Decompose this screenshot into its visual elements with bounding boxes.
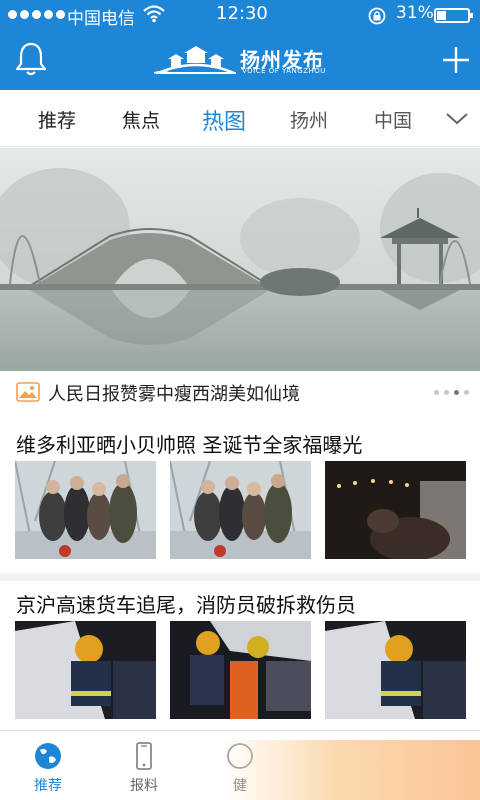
signal-strength-icon [8,10,65,19]
carrier-name: 中国电信 [67,9,135,29]
article-thumbnail [170,461,311,559]
bottom-tab-recommend[interactable]: 推荐 [0,731,96,800]
bottom-tab-label: 推荐 [34,778,62,794]
article-title: 维多利亚晒小贝帅照 圣诞节全家福曝光 [16,433,363,457]
tab-hot-pictures[interactable]: 热图 [202,104,246,136]
tab-focus[interactable]: 焦点 [122,106,160,133]
logo-subtitle: VOICE OF YANGZHOU [242,67,326,75]
article-title: 京沪高速货车追尾，消防员破拆救伤员 [16,593,356,617]
chevron-down-icon[interactable] [444,108,470,128]
battery-percentage: 31% [396,3,434,23]
category-tabs: 推荐 焦点 热图 扬州 中国 [0,90,480,147]
hero-caption-text: 人民日报赞雾中瘦西湖美如仙境 [48,384,300,405]
hero-caption[interactable]: 人民日报赞雾中瘦西湖美如仙境 [0,371,480,413]
bottom-tab-report[interactable]: 报料 [96,731,192,800]
wifi-icon [143,5,165,23]
divider [0,573,480,581]
rotation-lock-icon [368,7,386,25]
tab-yangzhou[interactable]: 扬州 [290,106,328,133]
bottom-tab-label: 报料 [130,778,158,794]
article-card[interactable]: 维多利亚晒小贝帅照 圣诞节全家福曝光 [0,413,480,573]
article-thumbnail [325,461,466,559]
tab-china[interactable]: 中国 [374,106,414,133]
watermark-overlay [222,740,480,800]
pavilion-logo-icon [154,46,236,75]
battery-icon [434,8,473,23]
article-thumbnail [325,621,466,719]
image-icon [16,382,40,402]
hero-image[interactable] [0,148,480,371]
article-thumbnail [170,621,311,719]
globe-icon [35,743,61,769]
article-thumbnail [15,621,156,719]
status-bar: 中国电信 12:30 31% [0,0,480,30]
clock: 12:30 [216,3,268,24]
app-logo: 扬州发布 VOICE OF YANGZHOU [154,42,334,78]
phone-icon [136,742,152,770]
top-bar: 中国电信 12:30 31% 扬州发布 VOICE OF YANGZHOU [0,0,480,90]
add-icon[interactable] [440,44,472,76]
article-card[interactable]: 京沪高速货车追尾，消防员破拆救伤员 [0,581,480,730]
article-thumbnail [15,461,156,559]
carousel-indicator [434,390,469,395]
bell-icon[interactable] [12,40,50,78]
tab-recommend[interactable]: 推荐 [38,106,76,133]
